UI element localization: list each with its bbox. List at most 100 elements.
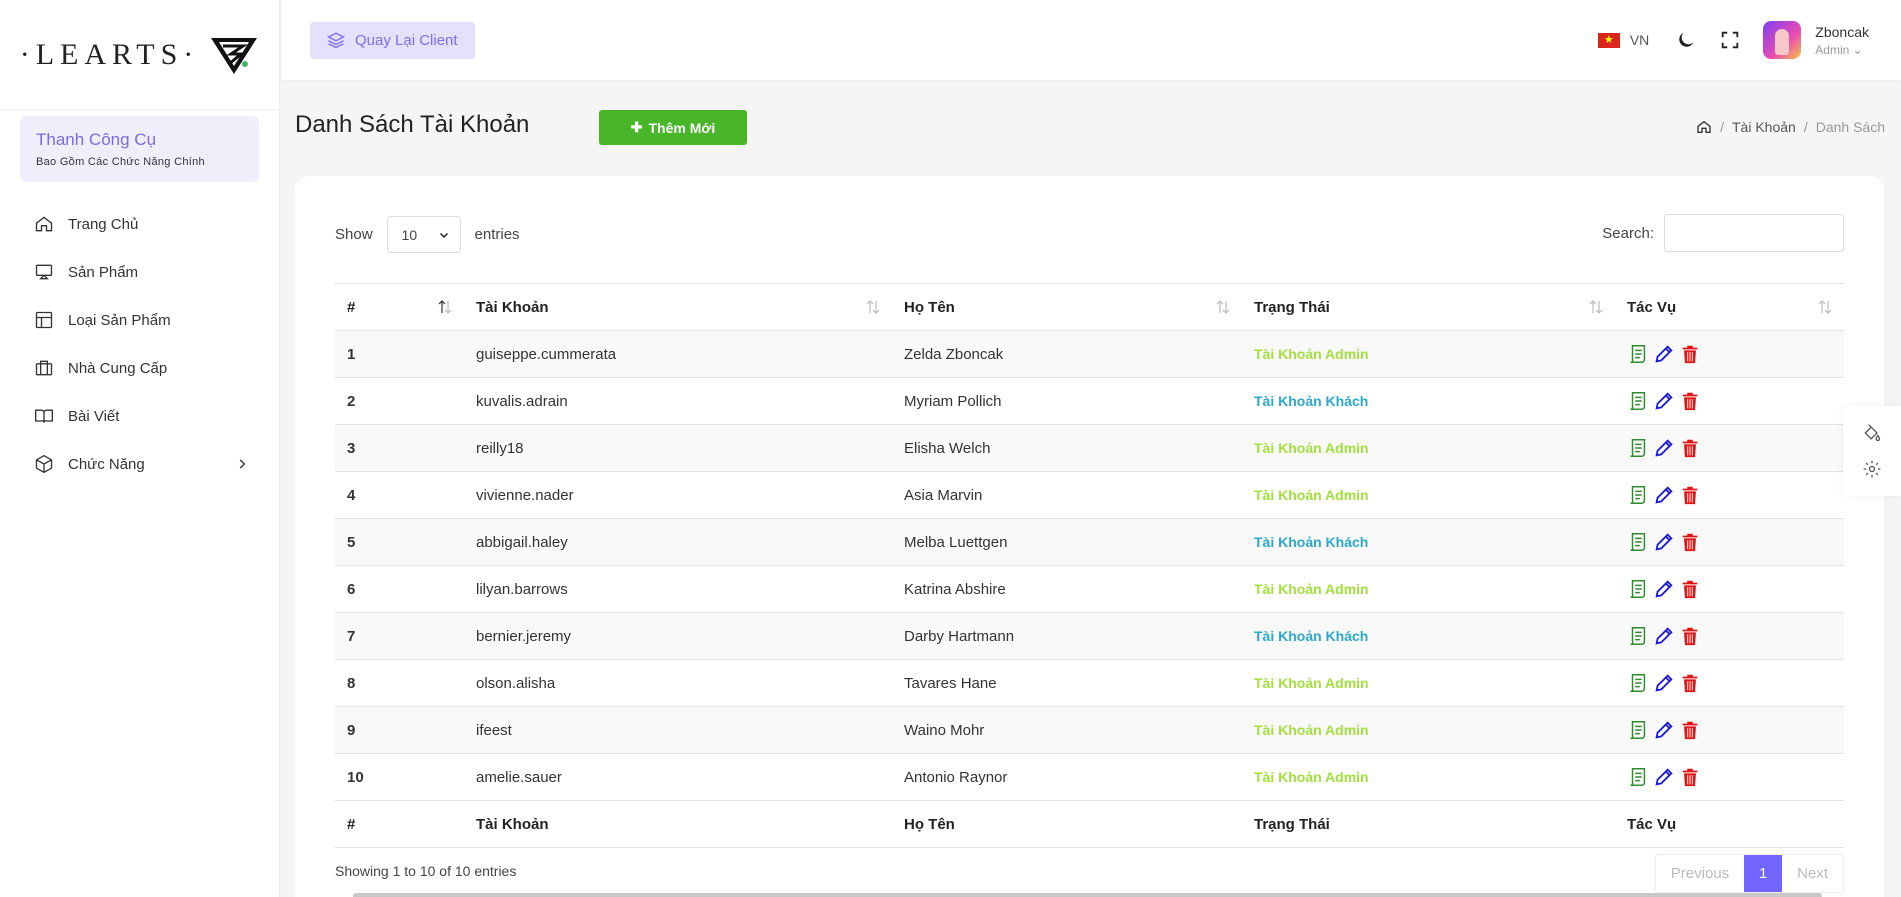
row-actions bbox=[1615, 330, 1844, 378]
edit-pencil-icon[interactable] bbox=[1653, 672, 1675, 694]
logo[interactable]: ·LEARTS· bbox=[0, 0, 279, 110]
column-header-fullname[interactable]: Họ Tên bbox=[892, 283, 1242, 331]
sidebar-item-label: Nhà Cung Cấp bbox=[68, 359, 168, 377]
table-row: 2 kuvalis.adrain Myriam Pollich Tài Khoản K… bbox=[335, 377, 1844, 425]
delete-trash-icon[interactable] bbox=[1679, 625, 1701, 647]
home-icon[interactable] bbox=[1696, 119, 1712, 135]
chevron-right-icon bbox=[239, 459, 246, 469]
status-badge: Tài Khoản Khách bbox=[1254, 533, 1369, 550]
pagination-previous[interactable]: Previous bbox=[1656, 855, 1744, 892]
row-id: 8 bbox=[335, 659, 464, 707]
logo-text: ·LEARTS· bbox=[19, 37, 200, 71]
avatar[interactable] bbox=[1763, 21, 1802, 59]
row-fullname: Elisha Welch bbox=[892, 424, 1242, 472]
moon-icon[interactable] bbox=[1675, 29, 1697, 51]
sidebar-item-chuc-nang[interactable]: Chức Năng bbox=[0, 440, 279, 488]
box-icon bbox=[34, 454, 54, 474]
column-header-username[interactable]: Tài Khoản bbox=[464, 283, 892, 331]
row-status: Tài Khoản Admin bbox=[1242, 424, 1615, 472]
delete-trash-icon[interactable] bbox=[1679, 531, 1701, 553]
row-id: 9 bbox=[335, 706, 464, 754]
language-selector[interactable]: ★ VN bbox=[1597, 32, 1649, 48]
delete-trash-icon[interactable] bbox=[1679, 484, 1701, 506]
delete-trash-icon[interactable] bbox=[1679, 719, 1701, 741]
row-id: 1 bbox=[335, 330, 464, 378]
user-menu[interactable]: Zboncak Admin ⌄ bbox=[1815, 24, 1869, 57]
edit-pencil-icon[interactable] bbox=[1653, 719, 1675, 741]
sidebar-item-label: Sản Phẩm bbox=[68, 263, 139, 281]
delete-trash-icon[interactable] bbox=[1679, 672, 1701, 694]
toolbar-info-box: Thanh Công Cụ Bao Gồm Các Chức Năng Chín… bbox=[20, 116, 259, 182]
search-input[interactable] bbox=[1664, 214, 1844, 252]
back-button-label: Quay Lại Client bbox=[355, 31, 458, 49]
edit-pencil-icon[interactable] bbox=[1653, 343, 1675, 365]
user-role: Admin ⌄ bbox=[1815, 42, 1863, 57]
sidebar-item-bai-viet[interactable]: Bài Viết bbox=[0, 392, 279, 440]
delete-trash-icon[interactable] bbox=[1679, 437, 1701, 459]
view-detail-icon[interactable] bbox=[1627, 766, 1649, 788]
row-id: 10 bbox=[335, 753, 464, 801]
view-detail-icon[interactable] bbox=[1627, 484, 1649, 506]
edit-pencil-icon[interactable] bbox=[1653, 531, 1675, 553]
entries-select[interactable]: 10 bbox=[386, 216, 461, 253]
delete-trash-icon[interactable] bbox=[1679, 390, 1701, 412]
view-detail-icon[interactable] bbox=[1627, 672, 1649, 694]
sidebar-nav: Trang Chủ Sản Phẩm Loại Sản Phẩm Nhà Cun… bbox=[0, 200, 279, 488]
add-new-button[interactable]: ✚ Thêm Mới bbox=[599, 110, 747, 145]
row-status: Tài Khoản Khách bbox=[1242, 518, 1615, 566]
edit-pencil-icon[interactable] bbox=[1653, 390, 1675, 412]
pagination-page-1[interactable]: 1 bbox=[1744, 855, 1783, 892]
chevron-down-icon bbox=[439, 232, 448, 238]
horizontal-scrollbar[interactable] bbox=[353, 893, 1822, 897]
delete-trash-icon[interactable] bbox=[1679, 578, 1701, 600]
breadcrumb-item[interactable]: Tài Khoản bbox=[1732, 119, 1796, 135]
chevron-down-icon: ⌄ bbox=[1852, 42, 1863, 57]
row-fullname: Waino Mohr bbox=[892, 706, 1242, 754]
breadcrumb: / Tài Khoản / Danh Sách bbox=[1696, 119, 1885, 135]
sort-icon bbox=[1589, 300, 1603, 314]
table-info: Showing 1 to 10 of 10 entries bbox=[335, 863, 517, 879]
view-detail-icon[interactable] bbox=[1627, 437, 1649, 459]
column-header-actions[interactable]: Tác Vụ bbox=[1615, 283, 1844, 331]
column-header-id[interactable]: # bbox=[335, 283, 464, 331]
fullscreen-icon[interactable] bbox=[1719, 29, 1741, 51]
plus-icon: ✚ bbox=[630, 119, 643, 135]
column-header-status[interactable]: Trạng Thái bbox=[1242, 283, 1615, 331]
row-username: ifeest bbox=[464, 706, 892, 754]
paint-bucket-icon[interactable] bbox=[1862, 423, 1882, 443]
view-detail-icon[interactable] bbox=[1627, 719, 1649, 741]
footer-id: # bbox=[335, 800, 464, 848]
edit-pencil-icon[interactable] bbox=[1653, 625, 1675, 647]
view-detail-icon[interactable] bbox=[1627, 343, 1649, 365]
sidebar-item-loai-san-pham[interactable]: Loại Sản Phẩm bbox=[0, 296, 279, 344]
row-actions bbox=[1615, 471, 1844, 519]
sidebar-item-san-pham[interactable]: Sản Phẩm bbox=[0, 248, 279, 296]
view-detail-icon[interactable] bbox=[1627, 578, 1649, 600]
user-name: Zboncak bbox=[1815, 23, 1869, 40]
tool-subtitle: Bao Gồm Các Chức Năng Chính bbox=[36, 156, 205, 168]
delete-trash-icon[interactable] bbox=[1679, 766, 1701, 788]
sort-icon bbox=[1216, 300, 1230, 314]
page-title: Danh Sách Tài Khoản bbox=[295, 111, 530, 138]
footer-actions: Tác Vụ bbox=[1615, 800, 1844, 848]
gear-icon[interactable] bbox=[1862, 459, 1882, 479]
delete-trash-icon[interactable] bbox=[1679, 343, 1701, 365]
topbar: Quay Lại Client ★ VN Zboncak Admin ⌄ bbox=[281, 0, 1901, 80]
view-detail-icon[interactable] bbox=[1627, 625, 1649, 647]
search-label: Search: bbox=[1602, 224, 1654, 242]
sidebar-item-nha-cung-cap[interactable]: Nhà Cung Cấp bbox=[0, 344, 279, 392]
row-username: bernier.jeremy bbox=[464, 612, 892, 660]
table-row: 8 olson.alisha Tavares Hane Tài Khoản Admin bbox=[335, 659, 1844, 707]
pagination-next[interactable]: Next bbox=[1782, 855, 1843, 892]
sidebar-item-trang-chu[interactable]: Trang Chủ bbox=[0, 200, 279, 248]
view-detail-icon[interactable] bbox=[1627, 390, 1649, 412]
table-row: 4 vivienne.nader Asia Marvin Tài Khoản Admi… bbox=[335, 471, 1844, 519]
edit-pencil-icon[interactable] bbox=[1653, 578, 1675, 600]
view-detail-icon[interactable] bbox=[1627, 531, 1649, 553]
edit-pencil-icon[interactable] bbox=[1653, 766, 1675, 788]
status-badge: Tài Khoản Admin bbox=[1254, 345, 1369, 362]
edit-pencil-icon[interactable] bbox=[1653, 484, 1675, 506]
edit-pencil-icon[interactable] bbox=[1653, 437, 1675, 459]
back-to-client-button[interactable]: Quay Lại Client bbox=[310, 21, 475, 59]
briefcase-icon bbox=[34, 358, 54, 378]
